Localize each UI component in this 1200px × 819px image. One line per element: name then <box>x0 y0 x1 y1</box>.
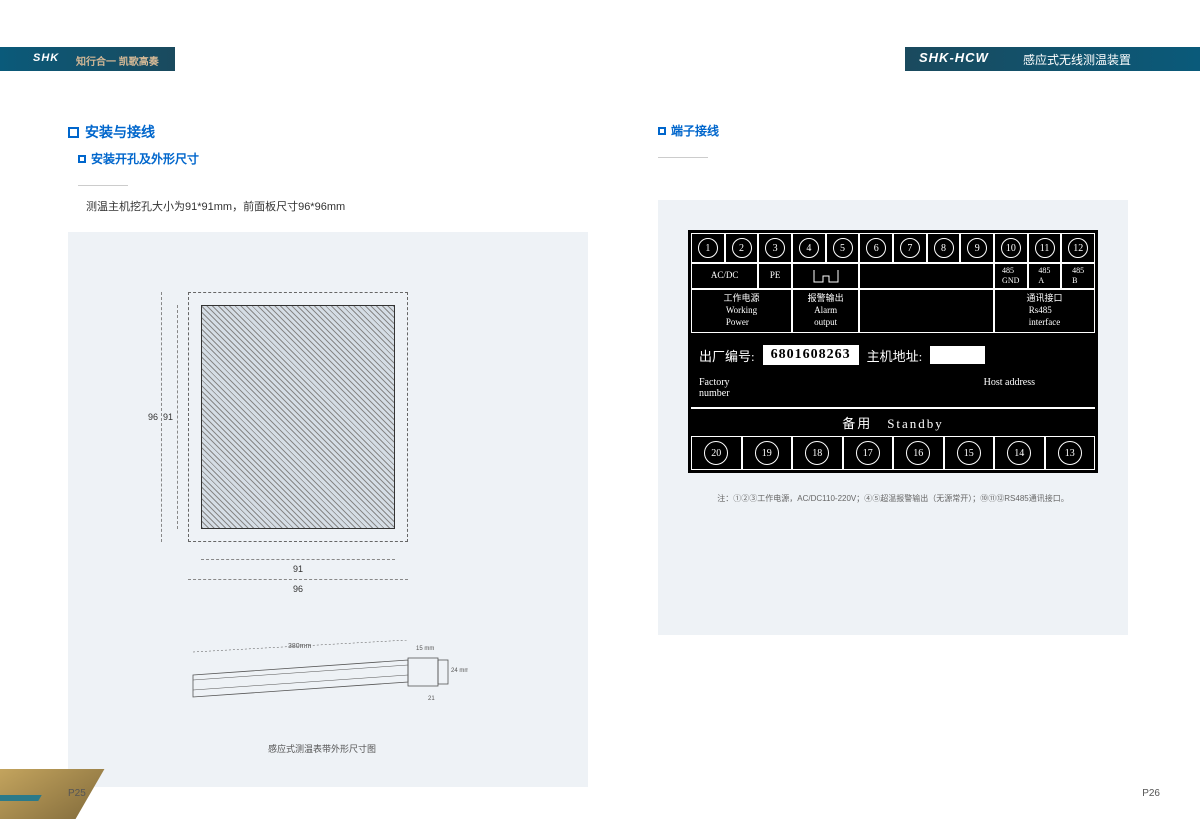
terminal-1: 1 <box>691 233 725 263</box>
terminal-block: 123456789101112 AC/DC PE 485 GND 485 A 4… <box>688 230 1098 473</box>
row-3: 工作电源Working Power 报警输出Alarm output 通讯接口R… <box>691 289 1095 333</box>
right-column: 端子接线 123456789101112 AC/DC PE 485 GND 48… <box>658 122 1128 635</box>
terminal-7: 7 <box>893 233 927 263</box>
standby-label: 备用 Standby <box>691 407 1095 436</box>
terminal-13: 13 <box>1045 436 1096 470</box>
factory-row: 出厂编号: 6801608263 主机地址: <box>691 333 1095 377</box>
terminal-20: 20 <box>691 436 742 470</box>
svg-text:24 mm: 24 mm <box>451 668 468 674</box>
page-number-right: P26 <box>1142 788 1160 799</box>
subsection-heading: 端子接线 <box>658 122 1128 139</box>
brand: SHK <box>33 52 59 64</box>
dim-96-v: 96 <box>148 412 158 422</box>
left-column: 安装与接线 安装开孔及外形尺寸 测温主机挖孔大小为91*91mm，前面板尺寸96… <box>68 122 588 787</box>
divider <box>658 157 708 158</box>
square-icon <box>658 127 666 135</box>
terminal-4: 4 <box>792 233 826 263</box>
dim-96-h: 96 <box>293 584 303 594</box>
terminal-18: 18 <box>792 436 843 470</box>
corner-accent <box>0 795 42 801</box>
terminal-8: 8 <box>927 233 961 263</box>
dimension-diagram: 91 96 91 96 380mm 15 mm 24 mm 21 感应式测温表带… <box>68 232 588 787</box>
terminal-14: 14 <box>994 436 1045 470</box>
header-left: SHK 知行合一 凯歌高奏 <box>0 47 175 71</box>
terminal-16: 16 <box>893 436 944 470</box>
corner-decoration <box>0 769 104 819</box>
belt-diagram: 380mm 15 mm 24 mm 21 <box>188 640 468 735</box>
top-terminal-row: 123456789101112 <box>691 233 1095 263</box>
svg-text:15 mm: 15 mm <box>416 646 434 652</box>
terminal-5: 5 <box>826 233 860 263</box>
terminal-note: 注：①②③工作电源，AC/DC110-220V；④⑤超温报警输出（无源常开）；⑩… <box>688 493 1098 504</box>
factory-sub: Factory number Host address <box>691 377 1095 407</box>
dim-91-h: 91 <box>293 564 303 574</box>
row-2: AC/DC PE 485 GND 485 A 485 B <box>691 263 1095 289</box>
terminal-11: 11 <box>1028 233 1062 263</box>
terminal-2: 2 <box>725 233 759 263</box>
section-heading: 安装与接线 <box>68 122 588 142</box>
terminal-3: 3 <box>758 233 792 263</box>
inner-square <box>201 305 395 529</box>
svg-text:21: 21 <box>428 696 435 702</box>
product-name: 感应式无线测温装置 <box>1023 51 1131 68</box>
terminal-10: 10 <box>994 233 1028 263</box>
terminal-12: 12 <box>1061 233 1095 263</box>
model: SHK-HCW <box>919 50 989 65</box>
terminal-6: 6 <box>859 233 893 263</box>
divider <box>78 185 128 186</box>
slogan: 知行合一 凯歌高奏 <box>76 53 159 68</box>
header-right: SHK-HCW 感应式无线测温装置 <box>905 47 1200 71</box>
dim-91-v: 91 <box>163 412 173 422</box>
terminal-17: 17 <box>843 436 894 470</box>
terminal-9: 9 <box>960 233 994 263</box>
dimension-description: 测温主机挖孔大小为91*91mm，前面板尺寸96*96mm <box>86 198 588 214</box>
svg-text:380mm: 380mm <box>288 643 312 650</box>
subsection-heading: 安装开孔及外形尺寸 <box>78 150 588 167</box>
terminal-19: 19 <box>742 436 793 470</box>
square-icon <box>68 127 79 138</box>
square-icon <box>78 155 86 163</box>
belt-caption: 感应式测温表带外形尺寸图 <box>268 742 376 755</box>
factory-number: 6801608263 <box>763 345 859 365</box>
terminal-diagram: 123456789101112 AC/DC PE 485 GND 485 A 4… <box>658 200 1128 635</box>
bottom-terminal-row: 2019181716151413 <box>691 436 1095 470</box>
page-number-left: P25 <box>68 788 86 799</box>
terminal-15: 15 <box>944 436 995 470</box>
host-address-box <box>930 346 985 364</box>
